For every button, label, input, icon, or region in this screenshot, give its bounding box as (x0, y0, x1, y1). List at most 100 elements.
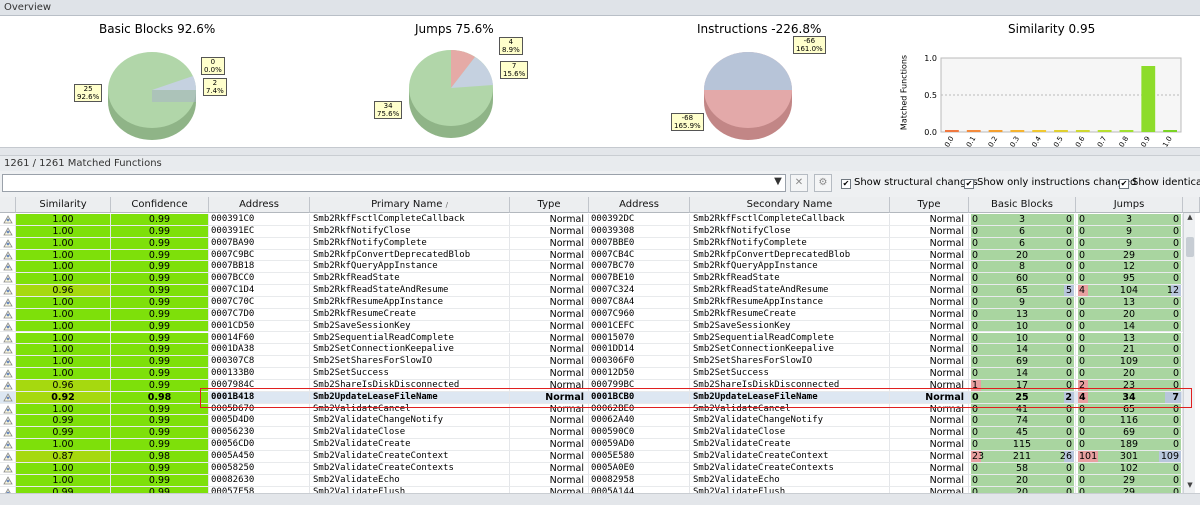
secondary-address-cell: 000392DC (589, 214, 690, 226)
header-primary-name[interactable]: Primary Name / (310, 197, 510, 213)
row-type-icon (0, 403, 16, 416)
basic-blocks-cell: 0 13 0 (969, 308, 1076, 321)
bar-value: 45 (1015, 427, 1029, 439)
bar-value: 0 (1065, 261, 1072, 273)
bar-value: 0 (1172, 296, 1179, 308)
similarity-cell: 1.00 (16, 237, 111, 250)
secondary-type-cell: Normal (890, 356, 969, 369)
table-row[interactable]: 0.92 0.98 0001B418 Smb2UpdateLeaseFileName N… (0, 391, 1183, 404)
header-secondary-name[interactable]: Secondary Name (690, 197, 890, 213)
table-row[interactable]: 1.00 0.99 000391EC Smb2RkfNotifyClose Normal… (0, 225, 1183, 238)
table-row[interactable]: 0.87 0.98 0005A450 Smb2ValidateCreateContex… (0, 451, 1183, 463)
scroll-up-icon[interactable]: ▲ (1185, 213, 1195, 223)
filter-settings-button[interactable]: ⚙ (814, 174, 832, 192)
bar-value: 0 (1172, 403, 1179, 415)
bar-value: 20 (1122, 368, 1136, 380)
bar-value: 21 (1122, 344, 1136, 356)
bar-value: 0 (1065, 415, 1072, 427)
check-instructions-changed[interactable]: ✔ Show only instructions changed (964, 177, 1136, 191)
primary-type-cell: Normal (510, 332, 589, 345)
table-row[interactable]: 0.96 0.99 0007C1D4 Smb2RkfReadStateAndResum… (0, 285, 1183, 297)
secondary-address-cell: 0007BE10 (589, 273, 690, 286)
table-row[interactable]: 0.96 0.99 0007984C Smb2ShareIsDiskDisconnec… (0, 379, 1183, 392)
table-row[interactable]: 1.00 0.99 0007BA90 Smb2RkfNotifyComplete Nor… (0, 237, 1183, 250)
check-show-identical[interactable]: ✔ Show identical (1119, 177, 1200, 191)
jumps-cell: 0 109 0 (1076, 356, 1183, 369)
bar-value: 0 (1065, 379, 1072, 391)
header-secondary-address[interactable]: Address (589, 197, 690, 213)
secondary-name-cell: Smb2RkfReadState (690, 273, 890, 286)
matched-functions-header: 1261 / 1261 Matched Functions (0, 156, 1200, 171)
table-row[interactable]: 1.00 0.99 000133B0 Smb2SetSuccess Normal 0001… (0, 368, 1183, 380)
header-jumps[interactable]: Jumps (1076, 197, 1183, 213)
secondary-address-cell: 0007CB4C (589, 249, 690, 262)
header-secondary-type[interactable]: Type (890, 197, 969, 213)
basic-blocks-cell: 0 41 0 (969, 403, 1076, 416)
split-divider[interactable] (0, 148, 1200, 156)
table-row[interactable]: 1.00 0.99 0001CD50 Smb2SaveSessionKey Normal… (0, 320, 1183, 333)
table-row[interactable]: 1.00 0.99 0007BB18 Smb2RkfQueryAppInstance N… (0, 261, 1183, 274)
table-row[interactable]: 1.00 0.99 00056CD0 Smb2ValidateCreate Normal… (0, 439, 1183, 451)
secondary-type-cell: Normal (890, 261, 969, 274)
bar-value: 0 (1065, 439, 1072, 451)
basic-blocks-cell: 0 115 0 (969, 439, 1076, 451)
table-row[interactable]: 1.00 0.99 00014F60 Smb2SequentialReadComple… (0, 332, 1183, 345)
table-row[interactable]: 1.00 0.99 000307C8 Smb2SetSharesForSlowIO No… (0, 356, 1183, 369)
header-primary-type[interactable]: Type (510, 197, 589, 213)
jumps-cell: 4 104 12 (1076, 285, 1183, 297)
row-type-icon (0, 308, 16, 321)
jumps-cell: 101 301 109 (1076, 451, 1183, 463)
jumps-cell: 0 102 0 (1076, 462, 1183, 475)
header-similarity[interactable]: Similarity (16, 197, 111, 213)
secondary-type-cell: Normal (890, 439, 969, 451)
header-confidence[interactable]: Confidence (111, 197, 209, 213)
filter-dropdown-arrow[interactable]: ▼ (770, 174, 786, 192)
function-icon (2, 440, 13, 449)
scroll-down-icon[interactable]: ▼ (1185, 481, 1195, 491)
filter-input[interactable] (2, 174, 786, 192)
table-row[interactable]: 0.99 0.99 0005D4D0 Smb2ValidateChangeNotify… (0, 415, 1183, 428)
table-row[interactable]: 1.00 0.99 0007C9BC Smb2RkfpConvertDeprecate… (0, 249, 1183, 262)
secondary-name-cell: Smb2ValidateCreateContexts (690, 462, 890, 475)
hist-ytick: 1.0 (924, 54, 937, 63)
table-row[interactable]: 1.00 0.99 0007C7D0 Smb2RkfResumeCreate Norma… (0, 308, 1183, 321)
table-row[interactable]: 1.00 0.99 00058250 Smb2ValidateCreateContex… (0, 462, 1183, 475)
secondary-address-cell: 0001DD14 (589, 344, 690, 357)
secondary-address-cell: 0001BCB0 (589, 391, 690, 404)
basic-blocks-pie (108, 52, 197, 140)
secondary-name-cell: Smb2RkfFsctlCompleteCallback (690, 214, 890, 226)
table-row[interactable]: 1.00 0.99 0007C70C Smb2RkfResumeAppInstance… (0, 296, 1183, 309)
bar-value: 0 (1065, 237, 1072, 249)
scroll-thumb[interactable] (1186, 237, 1194, 257)
table-row[interactable]: 1.00 0.99 0001DA38 Smb2SetConnectionKeepali… (0, 344, 1183, 357)
secondary-address-cell: 0005A0E0 (589, 462, 690, 475)
table-row[interactable]: 1.00 0.99 00082630 Smb2ValidateEcho Normal 00… (0, 474, 1183, 487)
function-icon (2, 381, 13, 390)
secondary-name-cell: Smb2ValidateChangeNotify (690, 415, 890, 428)
confidence-cell: 0.99 (111, 320, 209, 333)
secondary-name-cell: Smb2SaveSessionKey (690, 320, 890, 333)
confidence-cell: 0.99 (111, 474, 209, 487)
secondary-address-cell: 000590C0 (589, 427, 690, 440)
similarity-cell: 0.96 (16, 285, 111, 297)
primary-type-cell: Normal (510, 356, 589, 369)
table-vertical-scrollbar[interactable]: ▲ ▼ (1183, 213, 1195, 493)
table-row[interactable]: 1.00 0.99 0007BCC0 Smb2RkfReadState Normal 00… (0, 273, 1183, 286)
table-row[interactable]: 1.00 0.99 000391C0 Smb2RkfFsctlCompleteCall… (0, 214, 1183, 226)
secondary-name-cell: Smb2RkfReadStateAndResume (690, 285, 890, 297)
header-primary-address[interactable]: Address (209, 197, 310, 213)
primary-name-cell: Smb2ValidateChangeNotify (310, 415, 510, 428)
primary-name-cell: Smb2ValidateCreateContexts (310, 462, 510, 475)
primary-name-cell: Smb2ValidateCreateContext (310, 451, 510, 463)
clear-filter-button[interactable]: ✕ (790, 174, 808, 192)
table-row[interactable]: 1.00 0.99 0005D670 Smb2ValidateCancel Normal… (0, 403, 1183, 416)
header-basic-blocks[interactable]: Basic Blocks (969, 197, 1076, 213)
similarity-cell: 1.00 (16, 439, 111, 451)
primary-address-cell: 0005A450 (209, 451, 310, 463)
bottom-splitter[interactable] (0, 493, 1200, 505)
table-row[interactable]: 0.99 0.99 00056230 Smb2ValidateClose Normal 0… (0, 427, 1183, 440)
confidence-cell: 0.99 (111, 439, 209, 451)
check-structural-changes[interactable]: ✔ Show structural changes (841, 177, 978, 191)
similarity-cell: 1.00 (16, 320, 111, 333)
hist-xtick: 0.1 (965, 135, 977, 148)
